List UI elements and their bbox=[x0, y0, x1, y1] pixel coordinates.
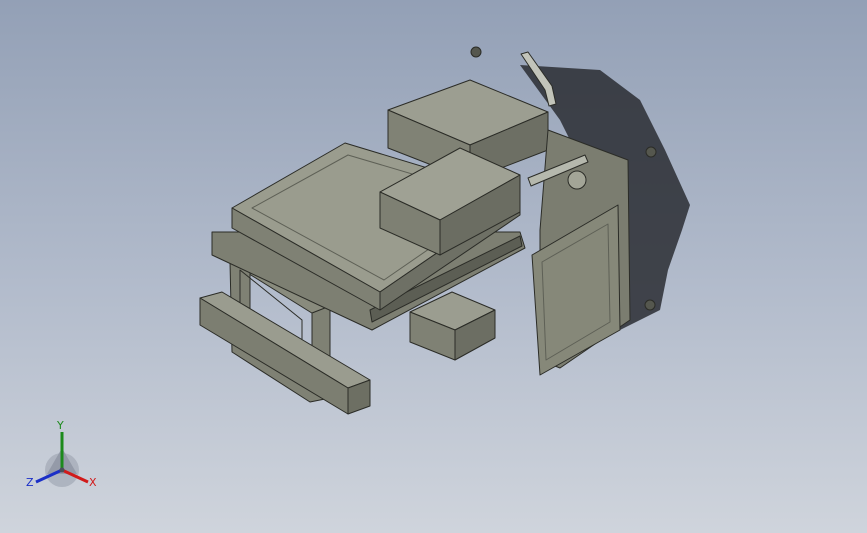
assembly-model[interactable] bbox=[0, 0, 867, 533]
y-axis-label: Y bbox=[57, 419, 64, 432]
cad-viewport[interactable]: Y X Z bbox=[0, 0, 867, 533]
x-axis-label: X bbox=[89, 476, 97, 489]
view-orientation-triad[interactable]: Y X Z bbox=[22, 418, 112, 498]
bolt-bottom bbox=[644, 299, 656, 311]
triad-axes bbox=[35, 432, 89, 487]
z-axis-label: Z bbox=[26, 476, 34, 489]
bolt-right bbox=[645, 146, 657, 158]
bolt-top bbox=[470, 46, 482, 58]
motor bbox=[567, 170, 587, 190]
